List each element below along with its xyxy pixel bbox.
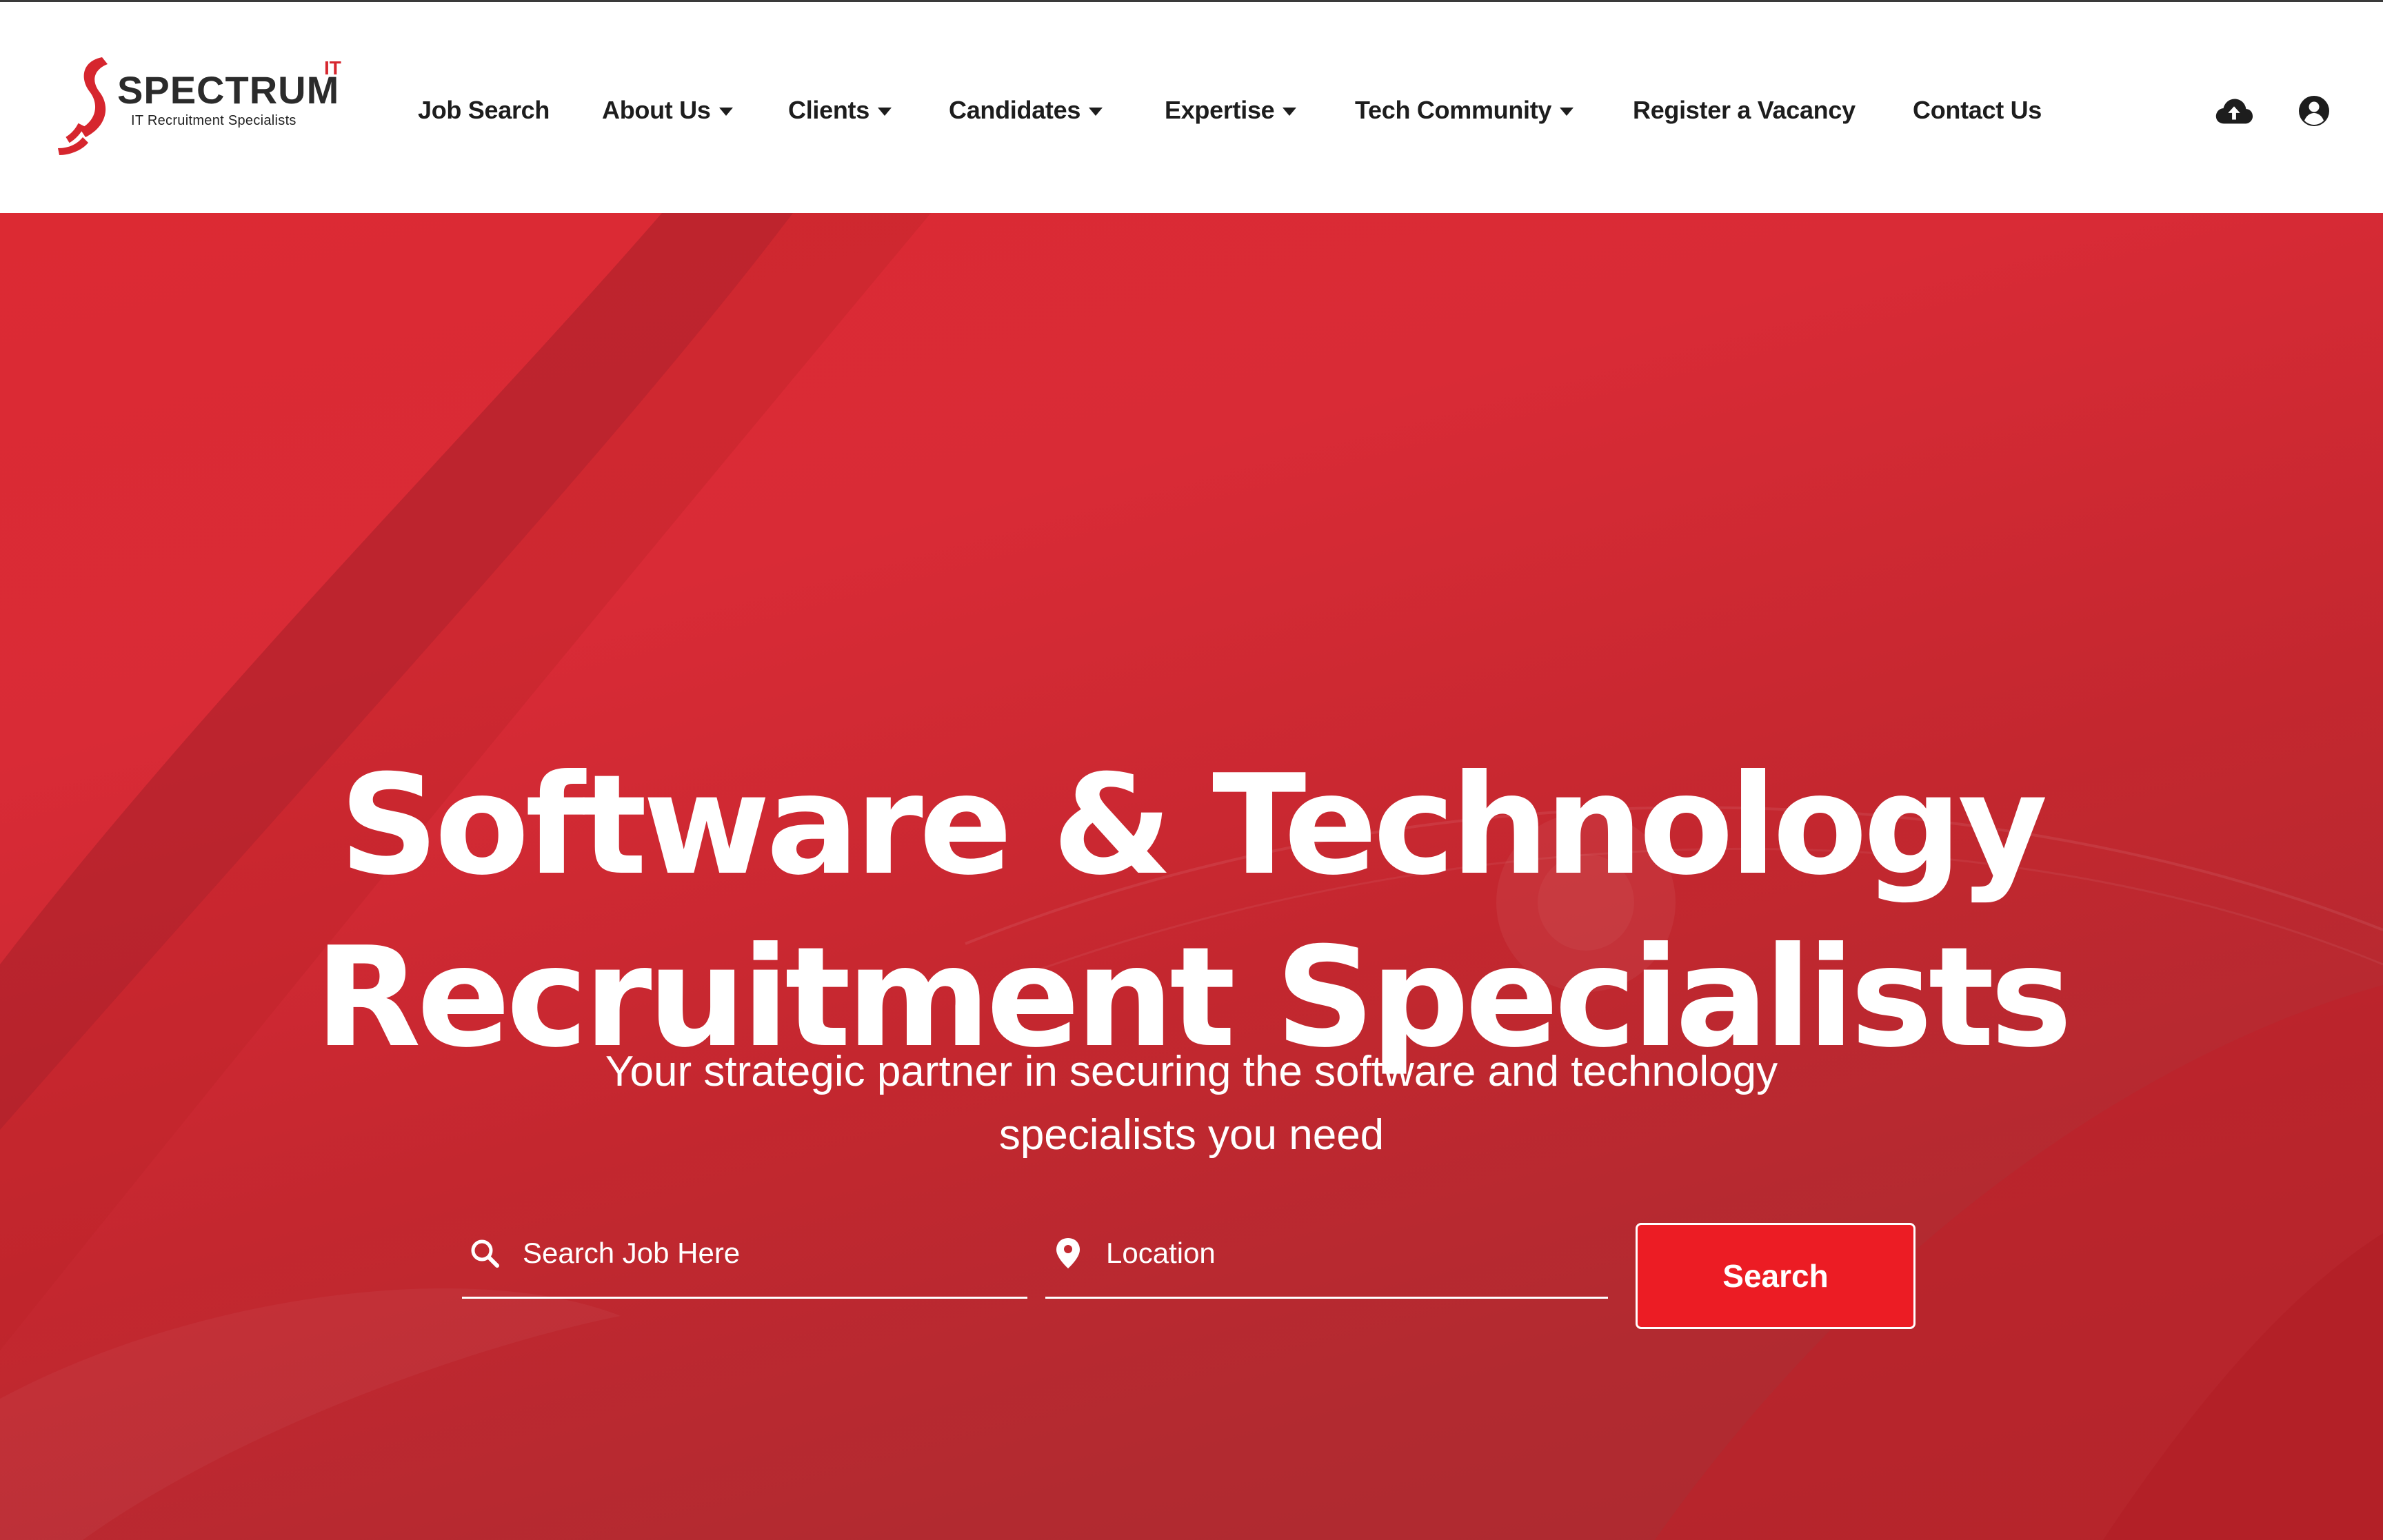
cloud-upload-icon[interactable] [2215,93,2253,129]
nav-item-label: About Us [602,96,711,124]
nav-item-label: Candidates [949,96,1081,124]
nav-item-about-us[interactable]: About Us [602,93,733,128]
hero-subtitle: Your strategic partner in securing the s… [0,1040,2383,1167]
search-button[interactable]: Search [1636,1223,1916,1329]
caret-down-icon [1089,108,1103,116]
user-account-icon[interactable] [2295,93,2333,129]
nav-item-label: Clients [788,96,869,124]
nav-item-candidates[interactable]: Candidates [949,93,1103,128]
hero-title-line-1: Software & Technology [339,745,2047,906]
nav-item-job-search[interactable]: Job Search [418,93,550,128]
nav-item-contact-us[interactable]: Contact Us [1913,93,2042,128]
hero-title: Software & Technology Recruitment Specia… [0,740,2383,1084]
nav-item-expertise[interactable]: Expertise [1165,93,1297,128]
nav-item-label: Expertise [1165,96,1275,124]
main-nav: Job Search About Us Clients Candidates E… [0,2,2383,213]
page: SPECTRUM IT IT Recruitment Specialists J… [0,0,2383,1540]
job-search-field [462,1209,1027,1299]
nav-item-label: Contact Us [1913,96,2042,124]
location-pin-icon [1051,1236,1085,1270]
nav-item-tech-community[interactable]: Tech Community [1355,93,1574,128]
hero-subtitle-line-1: Your strategic partner in securing the s… [605,1048,1778,1095]
caret-down-icon [1560,108,1574,116]
location-field [1045,1209,1608,1299]
caret-down-icon [718,108,733,116]
nav-item-clients[interactable]: Clients [788,93,892,128]
nav-item-register-vacancy[interactable]: Register a Vacancy [1633,93,1856,128]
site-header: SPECTRUM IT IT Recruitment Specialists J… [0,2,2383,213]
job-search-input[interactable] [523,1236,964,1270]
caret-down-icon [1283,108,1297,116]
nav-item-label: Tech Community [1355,96,1552,124]
nav-item-label: Job Search [418,96,550,124]
location-input[interactable] [1106,1236,1547,1270]
hero-banner: Software & Technology Recruitment Specia… [0,213,2383,1540]
search-icon [467,1236,502,1270]
nav-item-label: Register a Vacancy [1633,96,1856,124]
hero-subtitle-line-2: specialists you need [998,1111,1385,1159]
caret-down-icon [877,108,892,116]
